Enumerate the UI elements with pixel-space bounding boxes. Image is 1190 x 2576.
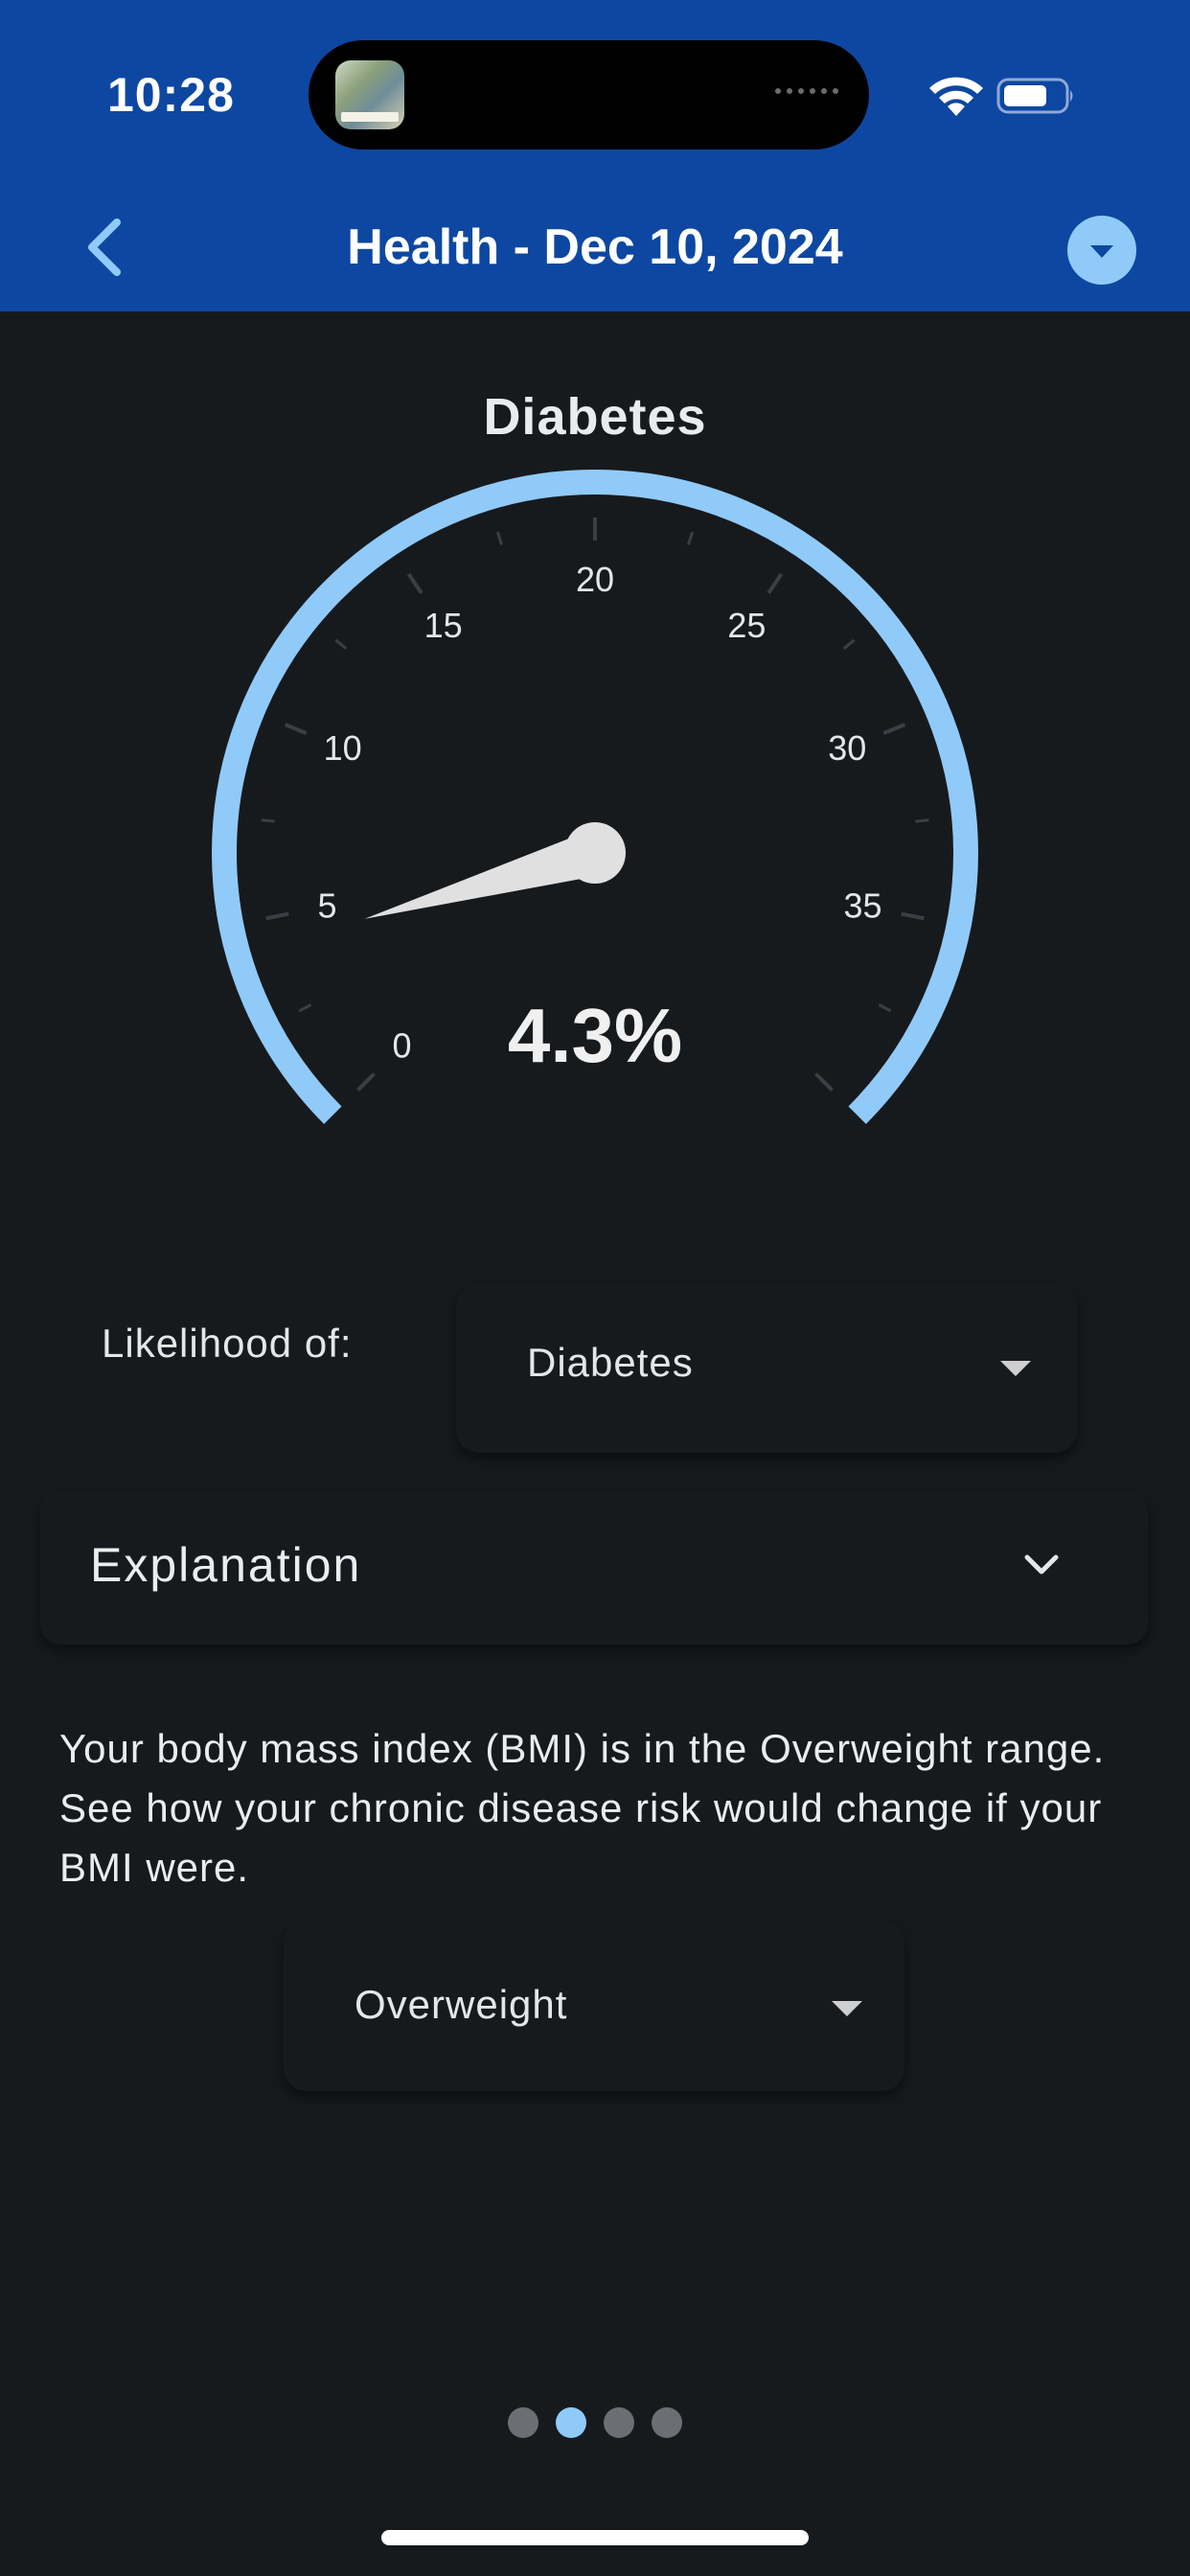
gauge-tick [882,723,906,736]
caret-down-icon [832,2001,862,2016]
gauge-tick-label: 25 [727,606,766,645]
gauge-tick [842,638,856,651]
date-menu-button[interactable] [1067,216,1136,285]
gauge-tick-label: 35 [844,886,882,926]
bmi-dropdown-value: Overweight [355,1982,568,2027]
wifi-icon [929,77,983,116]
gauge-tick [356,1072,376,1092]
caret-down-icon [1090,245,1113,258]
gauge-tick-label: 30 [828,728,866,768]
gauge-tick [406,572,423,595]
page-dot[interactable] [556,2407,586,2438]
likelihood-label: Likelihood of: [102,1321,353,1366]
gauge-tick [767,572,784,595]
gauge-tick-label: 5 [317,886,336,926]
gauge-tick-label: 15 [424,606,463,645]
gauge-hub [564,822,626,884]
explanation-label: Explanation [90,1538,362,1592]
caret-down-icon [1000,1361,1031,1376]
page-indicator [508,2407,682,2438]
page-dot[interactable] [508,2407,538,2438]
app-header: 10:28 Health - Dec 10, 2024 [0,0,1190,311]
gauge-tick [284,723,308,736]
gauge-tick-label: 20 [576,560,614,599]
gauge-tick [334,638,348,651]
disease-dropdown-value: Diabetes [527,1340,694,1385]
gauge-tick-label: 10 [324,728,362,768]
disease-dropdown[interactable]: Diabetes [456,1284,1077,1453]
status-time: 10:28 [107,68,235,122]
home-indicator[interactable] [381,2530,809,2545]
gauge-tick [814,1072,834,1092]
gauge-tick [298,1003,312,1013]
gauge-tick [687,531,695,545]
bmi-dropdown[interactable]: Overweight [284,1920,904,2091]
gauge-tick [901,911,925,921]
gauge-tick [265,911,289,921]
dynamic-island [309,40,869,150]
battery-icon [996,78,1073,114]
gauge-tick [261,818,275,823]
island-dots-icon [775,88,838,94]
page-dot[interactable] [604,2407,634,2438]
gauge-tick [915,818,929,823]
chevron-down-icon [1024,1554,1059,1575]
page-dot[interactable] [652,2407,682,2438]
gauge-value: 4.3% [508,993,682,1078]
risk-gauge: 0 5 10 15 20 25 30 35 4.3% [212,470,978,1124]
page-title: Health - Dec 10, 2024 [347,219,843,275]
gauge-tick [878,1003,892,1013]
bmi-explanation-text: Your body mass index (BMI) is in the Ove… [59,1726,1106,1890]
gauge-tick [495,531,503,545]
live-activity-app-icon [335,60,404,129]
gauge-tick-label: 0 [392,1026,411,1066]
explanation-expander[interactable]: Explanation [40,1491,1148,1644]
